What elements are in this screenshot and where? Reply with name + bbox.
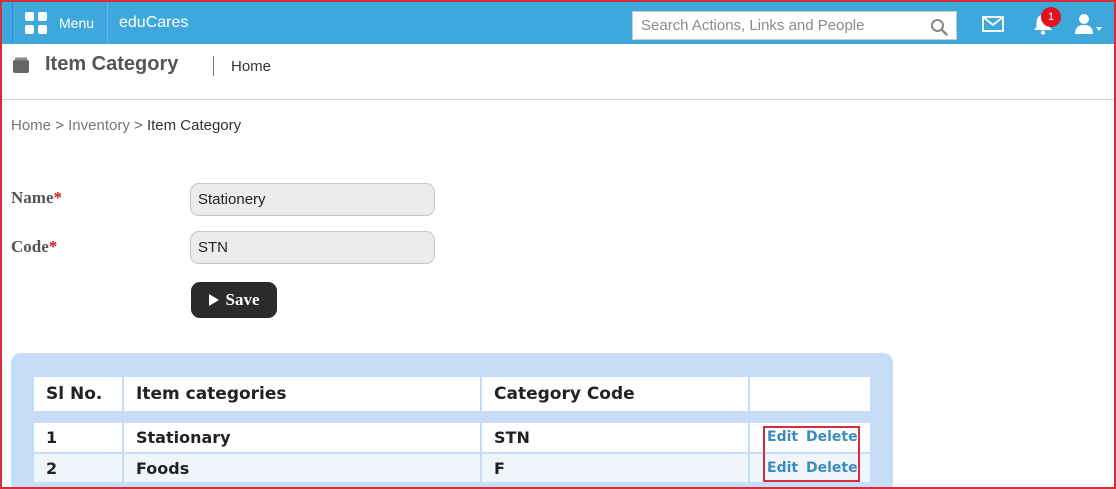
notification-badge: 1 xyxy=(1041,7,1061,27)
menu-button[interactable]: Menu xyxy=(12,2,108,44)
table-row: 2 Foods F Edit Delete xyxy=(34,453,870,484)
code-field[interactable] xyxy=(191,232,434,263)
col-header-sl: Sl No. xyxy=(34,377,124,411)
code-label-text: Code xyxy=(11,237,49,256)
save-button[interactable]: Save xyxy=(191,282,277,318)
search-icon[interactable] xyxy=(930,18,948,36)
name-label: Name* xyxy=(11,188,62,208)
required-marker: * xyxy=(53,188,62,207)
top-navbar: Menu eduCares xyxy=(2,2,1114,44)
header-home-link[interactable]: Home xyxy=(231,58,271,75)
edit-link[interactable]: Edit xyxy=(767,460,798,476)
breadcrumb-current: Item Category xyxy=(146,117,242,134)
code-field-box xyxy=(190,231,435,264)
breadcrumb-inventory[interactable]: Inventory xyxy=(68,117,130,134)
delete-link[interactable]: Delete xyxy=(806,429,858,445)
code-label: Code* xyxy=(11,237,57,257)
col-header-category: Item categories xyxy=(123,377,482,411)
brand-name[interactable]: eduCares xyxy=(119,2,188,44)
user-icon[interactable] xyxy=(1074,13,1104,35)
grid-icon xyxy=(25,12,47,34)
breadcrumb-separator: > xyxy=(55,117,64,134)
name-label-text: Name xyxy=(11,188,54,207)
breadcrumb: Home > Inventory > Item Category xyxy=(11,117,241,134)
cell-code: STN xyxy=(481,423,750,454)
cell-code: F xyxy=(481,453,750,484)
cell-actions: Edit Delete xyxy=(749,423,870,454)
cell-sl: 1 xyxy=(34,423,124,454)
col-header-actions xyxy=(749,377,870,411)
cell-category: Foods xyxy=(123,453,482,484)
categories-panel: Sl No. Item categories Category Code 1 S… xyxy=(11,353,893,489)
page-title: Item Category xyxy=(45,53,179,75)
play-icon xyxy=(208,294,219,306)
breadcrumb-home[interactable]: Home xyxy=(11,117,51,134)
col-header-code: Category Code xyxy=(481,377,750,411)
search-input[interactable] xyxy=(633,12,923,39)
table-row: 1 Stationary STN Edit Delete xyxy=(34,423,870,454)
cell-category: Stationary xyxy=(123,423,482,454)
title-divider xyxy=(213,56,214,76)
name-field-box xyxy=(190,183,435,216)
menu-label: Menu xyxy=(59,15,95,31)
edit-link[interactable]: Edit xyxy=(767,429,798,445)
search-box xyxy=(632,11,957,40)
mail-icon[interactable] xyxy=(982,16,1004,32)
page-header: Item Category Home xyxy=(2,44,1114,100)
cell-actions: Edit Delete xyxy=(749,453,870,484)
categories-table: Sl No. Item categories Category Code 1 S… xyxy=(34,377,870,484)
breadcrumb-separator: > xyxy=(134,117,143,134)
category-icon xyxy=(13,57,29,73)
save-label: Save xyxy=(225,290,260,309)
name-field[interactable] xyxy=(191,184,434,215)
required-marker: * xyxy=(48,237,58,256)
delete-link[interactable]: Delete xyxy=(806,460,858,476)
cell-sl: 2 xyxy=(34,453,124,484)
